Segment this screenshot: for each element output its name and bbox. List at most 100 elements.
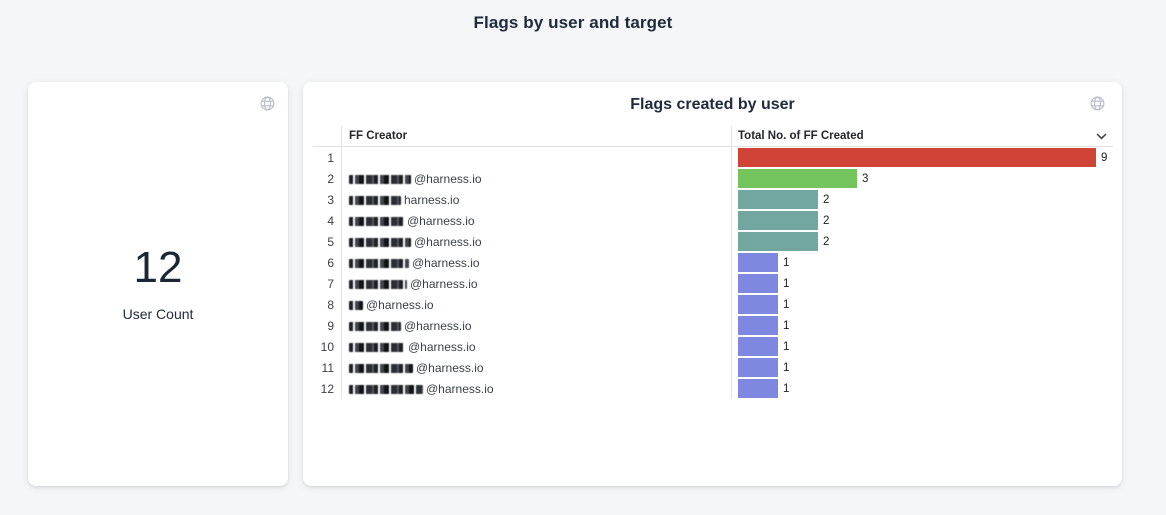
user-count-card: 12 User Count (28, 82, 288, 486)
creator-email-suffix: @harness.io (366, 298, 434, 312)
redacted-creator-name (349, 280, 407, 289)
row-index: 6 (313, 256, 341, 270)
redacted-creator-name (349, 238, 411, 247)
row-index: 8 (313, 298, 341, 312)
value-bar (738, 211, 818, 230)
table-row: 7 @harness.io 1 (313, 273, 1113, 294)
bar-value-label: 1 (783, 299, 789, 311)
ff-creator-cell: @harness.io (341, 319, 731, 333)
bar-value-label: 2 (823, 194, 829, 206)
redacted-creator-name (349, 217, 404, 226)
value-bar (738, 337, 778, 356)
table-header-row: FF Creator Total No. of FF Created (313, 126, 1113, 147)
bar-value-label: 1 (783, 257, 789, 269)
value-bar (738, 358, 778, 377)
row-index: 2 (313, 172, 341, 186)
row-index: 3 (313, 193, 341, 207)
row-index: 12 (313, 382, 341, 396)
value-bar (738, 232, 818, 251)
ff-creator-cell: @harness.io (341, 277, 731, 291)
ff-creator-cell: @harness.io (341, 340, 731, 354)
chevron-down-icon[interactable] (1094, 131, 1109, 142)
bar-value-label: 1 (783, 383, 789, 395)
row-index: 11 (313, 361, 341, 375)
value-bar (738, 316, 778, 335)
bar-value-label: 1 (783, 362, 789, 374)
ff-creator-cell: @harness.io (341, 361, 731, 375)
creator-email-suffix: @harness.io (412, 256, 480, 270)
redacted-creator-name (349, 322, 401, 331)
redacted-creator-name (349, 196, 401, 205)
row-index: 5 (313, 235, 341, 249)
ff-creator-cell: harness.io (341, 193, 731, 207)
redacted-creator-name (349, 385, 423, 394)
redacted-creator-name (349, 259, 409, 268)
table-row: 10 @harness.io 1 (313, 336, 1113, 357)
redacted-creator-name (349, 175, 411, 184)
creator-email-suffix: @harness.io (408, 340, 476, 354)
creator-email-suffix: harness.io (404, 193, 459, 207)
total-ff-created-cell: 2 (731, 190, 1113, 209)
ff-creator-cell: @harness.io (341, 298, 731, 312)
redacted-creator-name (349, 364, 413, 373)
ff-creator-cell: @harness.io (341, 172, 731, 186)
row-index: 4 (313, 214, 341, 228)
flags-table: FF Creator Total No. of FF Created 192@h… (313, 126, 1113, 399)
value-bar (738, 274, 778, 293)
table-row: 5 @harness.io 2 (313, 231, 1113, 252)
chart-title: Flags created by user (303, 96, 1122, 114)
user-count-label: User Count (123, 306, 194, 322)
creator-email-suffix: @harness.io (414, 235, 482, 249)
creator-email-suffix: @harness.io (426, 382, 494, 396)
table-row: 2@harness.io 3 (313, 168, 1113, 189)
value-bar (738, 253, 778, 272)
total-ff-created-cell: 1 (731, 316, 1113, 335)
bar-value-label: 2 (823, 236, 829, 248)
creator-email-suffix: @harness.io (407, 214, 475, 228)
globe-icon[interactable] (257, 93, 277, 113)
bar-value-label: 2 (823, 215, 829, 227)
row-index: 9 (313, 319, 341, 333)
row-index: 1 (313, 151, 341, 165)
value-bar (738, 169, 857, 188)
redacted-creator-name (349, 301, 363, 310)
table-row: 9 @harness.io 1 (313, 315, 1113, 336)
table-body: 192@harness.io33harness.io24@harness.io2… (313, 147, 1113, 399)
bar-value-label: 1 (783, 278, 789, 290)
value-bar (738, 379, 778, 398)
total-ff-created-cell: 2 (731, 232, 1113, 251)
bar-value-label: 3 (862, 173, 868, 185)
ff-creator-cell: @harness.io (341, 256, 731, 270)
ff-creator-cell: @harness.io (341, 235, 731, 249)
total-ff-created-column-header[interactable]: Total No. of FF Created (731, 130, 1113, 142)
value-bar (738, 295, 778, 314)
creator-email-suffix: @harness.io (416, 361, 484, 375)
column-divider (341, 126, 342, 399)
total-ff-created-cell: 1 (731, 358, 1113, 377)
table-row: 11 @harness.io 1 (313, 357, 1113, 378)
column-divider (731, 126, 732, 399)
total-ff-created-cell: 1 (731, 253, 1113, 272)
value-bar (738, 148, 1096, 167)
bar-value-label: 1 (783, 341, 789, 353)
total-ff-created-cell: 2 (731, 211, 1113, 230)
row-index: 7 (313, 277, 341, 291)
total-ff-created-cell: 1 (731, 379, 1113, 398)
ff-creator-column-header[interactable]: FF Creator (341, 130, 731, 142)
creator-email-suffix: @harness.io (410, 277, 478, 291)
table-row: 12 @harness.io 1 (313, 378, 1113, 399)
table-row: 8 @harness.io 1 (313, 294, 1113, 315)
value-bar (738, 190, 818, 209)
row-index: 10 (313, 340, 341, 354)
bar-value-label: 9 (1101, 152, 1107, 164)
user-count-value: 12 (134, 246, 183, 290)
total-ff-created-cell: 3 (731, 169, 1113, 188)
total-ff-created-cell: 1 (731, 295, 1113, 314)
ff-creator-cell: @harness.io (341, 382, 731, 396)
page-title: Flags by user and target (0, 13, 1146, 33)
flags-created-card: Flags created by user FF Creator Total N… (303, 82, 1122, 486)
table-row: 4 @harness.io 2 (313, 210, 1113, 231)
table-row: 3 harness.io 2 (313, 189, 1113, 210)
creator-email-suffix: @harness.io (404, 319, 472, 333)
ff-creator-cell: @harness.io (341, 214, 731, 228)
